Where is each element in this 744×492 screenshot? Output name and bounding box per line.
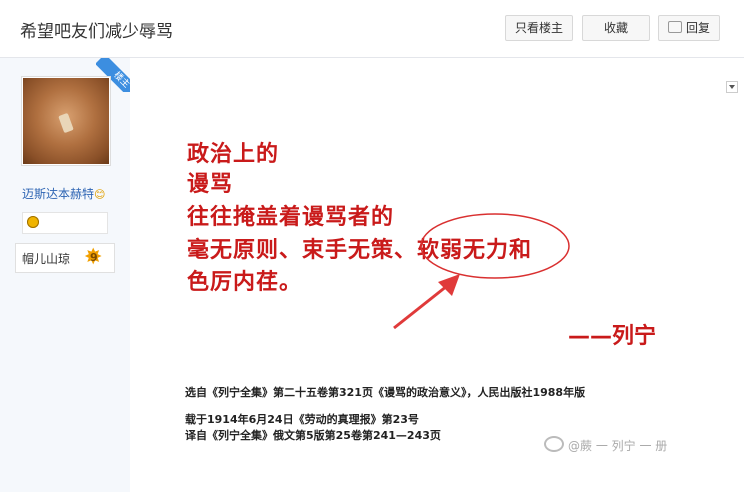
- thread-title: 希望吧友们减少辱骂: [20, 22, 173, 42]
- quote-line-1: 政治上的: [187, 142, 280, 167]
- reply-label: 回复: [685, 21, 710, 35]
- smile-icon: 😊: [94, 188, 106, 201]
- annotation-arrow-head: [438, 274, 460, 296]
- annotation-circle: [420, 213, 570, 279]
- quote-attribution: ——列宁: [568, 324, 657, 349]
- image-watermark: @蕨 一 列宁 一 册: [544, 436, 667, 454]
- annotation-overlay: [393, 213, 570, 330]
- quote-line-5: 色厉内荏。: [187, 270, 303, 295]
- quote-line-2: 谩骂: [187, 172, 234, 197]
- level-number: 9: [90, 251, 98, 264]
- reply-button[interactable]: 回复: [658, 15, 720, 41]
- level-name: 帽儿山琼: [22, 252, 71, 266]
- only-host-button[interactable]: 只看楼主: [505, 15, 573, 41]
- member-badge-icon: [27, 216, 39, 228]
- thread-header: 希望吧友们减少辱骂 只看楼主 收藏 回复: [0, 0, 744, 58]
- level-badge[interactable]: 帽儿山琼 ✸ 9: [15, 243, 115, 273]
- weibo-icon: [544, 436, 564, 452]
- author-name: 迈斯达本赫特: [22, 187, 95, 201]
- comment-icon: [667, 21, 682, 33]
- source-line-1: 选自《列宁全集》第二十五卷第321页《谩骂的政治意义》，人民出版社1988年版: [185, 386, 586, 399]
- member-badge-box[interactable]: [22, 212, 108, 234]
- author-name-link[interactable]: 迈斯达本赫特😊: [22, 185, 105, 202]
- watermark-text: @蕨 一 列宁 一 册: [568, 439, 668, 453]
- avatar[interactable]: [21, 76, 111, 166]
- quote-line-3: 往往掩盖着谩骂者的: [187, 205, 395, 230]
- post-menu-dropdown[interactable]: [726, 81, 738, 93]
- source-line-2: 载于1914年6月24日《劳动的真理报》第23号: [185, 413, 419, 426]
- favorite-button[interactable]: 收藏: [582, 15, 650, 41]
- avatar-image: [23, 78, 109, 164]
- annotation-arrow-line: [393, 280, 453, 330]
- source-line-3: 译自《列宁全集》俄文第5版第25卷第241—243页: [185, 429, 441, 442]
